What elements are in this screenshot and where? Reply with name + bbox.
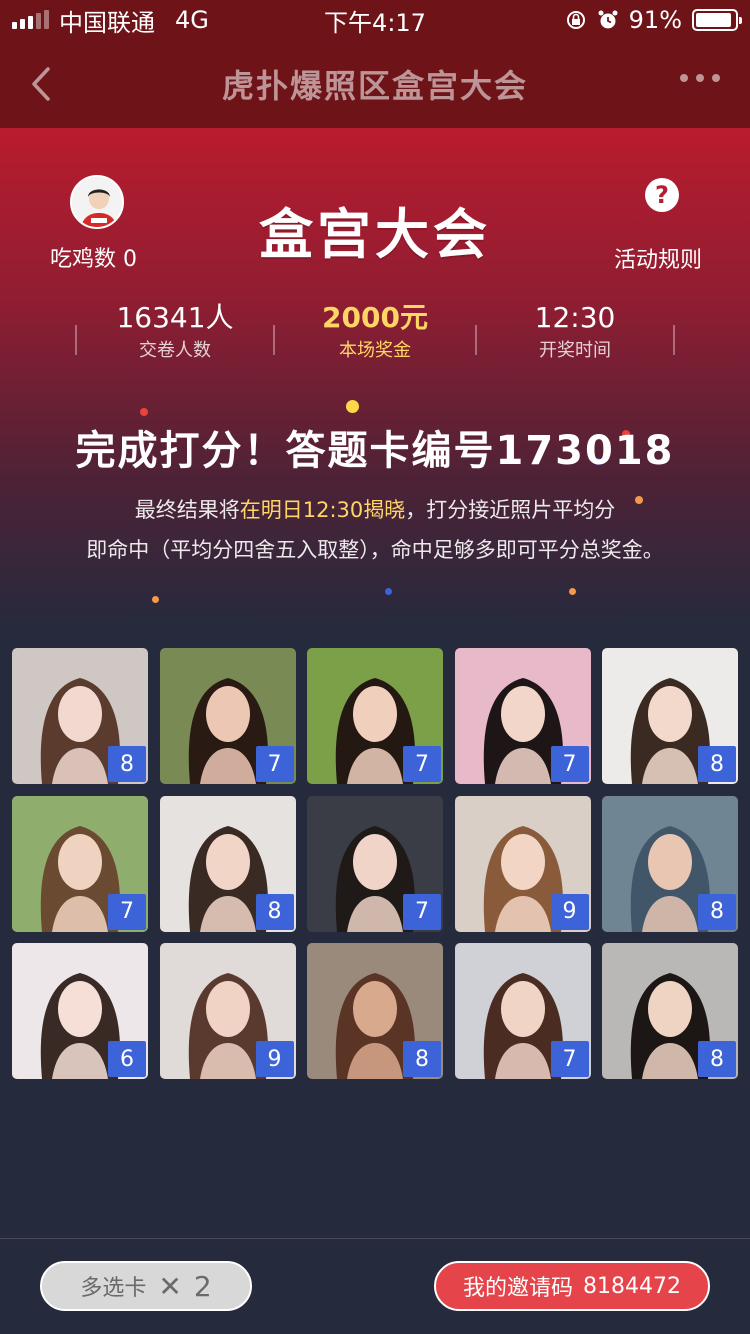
photo-tile[interactable]: 7 <box>12 795 148 932</box>
result-description: 最终结果将在明日12:30揭晓，打分接近照片平均分 即命中（平均分四舍五入取整）… <box>0 490 750 570</box>
photo-grid: 8 7 7 7 8 7 8 7 9 8 6 9 8 7 8 <box>12 648 742 1079</box>
rotation-lock-icon <box>566 11 585 29</box>
multiply-icon: ✕ <box>158 1269 182 1303</box>
photo-tile[interactable]: 8 <box>602 648 738 784</box>
alarm-icon <box>598 10 618 29</box>
battery-percent: 91% <box>628 6 682 34</box>
score-badge: 8 <box>698 893 736 930</box>
photo-tile[interactable]: 8 <box>12 648 148 784</box>
score-badge: 6 <box>108 1041 146 1077</box>
network: 4G <box>175 6 209 34</box>
stat-participants: 16341人 交卷人数 <box>75 298 275 368</box>
stat-draw-time: 12:30 开奖时间 <box>475 298 675 368</box>
score-badge: 8 <box>108 746 146 782</box>
help-icon[interactable]: ? <box>645 178 679 212</box>
hero-panel: 吃鸡数 0 盒宫大会 ? 活动规则 16341人 交卷人数 2000元 本场奖金… <box>0 128 750 628</box>
photo-tile[interactable]: 7 <box>307 648 443 784</box>
stat-prize: 2000元 本场奖金 <box>275 298 475 368</box>
score-badge: 7 <box>108 893 146 930</box>
confetti-dot <box>385 588 392 595</box>
status-bar: 中国联通 4G 下午4:17 91% <box>0 0 750 40</box>
multi-select-card-button[interactable]: 多选卡 ✕ 2 <box>40 1261 252 1311</box>
bottom-bar: 多选卡 ✕ 2 我的邀请码 8184472 <box>0 1238 750 1334</box>
photo-tile[interactable]: 7 <box>454 648 591 784</box>
photo-tile[interactable]: 8 <box>307 943 443 1079</box>
desc-text: 最终结果将 <box>134 498 240 522</box>
rules-link[interactable]: 活动规则 <box>614 242 702 274</box>
photo-tile[interactable]: 8 <box>602 795 738 932</box>
photo-tile[interactable]: 6 <box>12 943 148 1079</box>
invite-code: 8184472 <box>583 1273 681 1299</box>
photo-tile[interactable]: 8 <box>159 795 296 932</box>
photo-tile[interactable]: 9 <box>159 943 296 1079</box>
score-badge: 8 <box>403 1041 441 1077</box>
desc-text: 即命中（平均分四舍五入取整），命中足够多即可平分总奖金。 <box>86 538 664 562</box>
stat-label: 本场奖金 <box>339 340 411 361</box>
score-badge: 7 <box>550 1041 589 1077</box>
confetti-dot <box>346 400 359 413</box>
nav-bar: 虎扑爆照区盒宫大会 <box>0 40 750 128</box>
confetti-dot <box>569 588 576 595</box>
photo-tile[interactable]: 9 <box>454 795 591 932</box>
more-dots-icon <box>680 74 688 82</box>
chevron-left-icon <box>32 67 50 101</box>
stat-label: 开奖时间 <box>539 340 611 361</box>
score-badge: 9 <box>255 1041 294 1077</box>
confetti-dot <box>140 408 148 416</box>
stat-value: 12:30 <box>534 301 616 334</box>
score-badge: 7 <box>550 746 589 782</box>
multi-card-count: 2 <box>193 1269 212 1303</box>
battery-icon <box>692 9 742 31</box>
stat-label: 交卷人数 <box>139 340 211 361</box>
page-title: 虎扑爆照区盒宫大会 <box>221 67 528 105</box>
more-button[interactable] <box>680 74 720 82</box>
score-badge: 7 <box>403 746 441 782</box>
score-badge: 7 <box>255 746 294 782</box>
desc-highlight: 在明日12:30揭晓 <box>239 498 406 522</box>
confetti-dot <box>152 596 159 603</box>
stat-value: 16341人 <box>116 301 234 334</box>
score-badge: 8 <box>698 746 736 782</box>
carrier: 中国联通 <box>59 8 155 37</box>
back-button[interactable] <box>26 64 56 104</box>
photo-tile[interactable]: 7 <box>454 943 591 1079</box>
invite-label: 我的邀请码 <box>463 1276 574 1301</box>
signal-icon <box>12 10 49 29</box>
completion-title: 完成打分！答题卡编号173018 <box>75 428 675 474</box>
photo-tile[interactable]: 7 <box>307 795 443 932</box>
photo-tile[interactable]: 7 <box>159 648 296 784</box>
score-badge: 7 <box>403 893 441 930</box>
score-badge: 8 <box>255 893 294 930</box>
photo-tile[interactable]: 8 <box>602 943 738 1079</box>
stats-row: 16341人 交卷人数 2000元 本场奖金 12:30 开奖时间 <box>75 298 675 368</box>
stat-value: 2000元 <box>322 301 428 334</box>
invite-code-button[interactable]: 我的邀请码 8184472 <box>434 1261 710 1311</box>
multi-card-label: 多选卡 <box>80 1276 147 1301</box>
score-badge: 8 <box>698 1041 736 1077</box>
score-badge: 9 <box>550 893 589 930</box>
desc-text: ，打分接近照片平均分 <box>405 498 616 522</box>
